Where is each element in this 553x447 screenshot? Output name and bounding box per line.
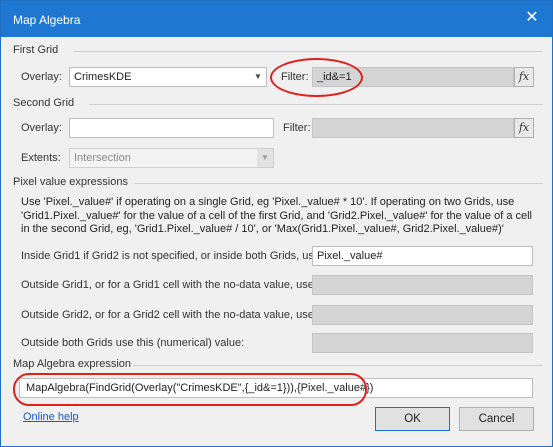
second-overlay-field[interactable] — [69, 118, 274, 138]
first-filter-label: Filter: — [281, 71, 309, 83]
outside-grid2-expression-field[interactable] — [312, 305, 533, 325]
pixel-expressions-section: Pixel value expressions — [13, 176, 543, 190]
second-grid-section: Second Grid — [13, 97, 543, 111]
first-overlay-select[interactable]: CrimesKDE ▼ — [69, 67, 267, 87]
expression-row-label: Inside Grid1 if Grid2 is not specified, … — [21, 250, 324, 262]
first-overlay-label: Overlay: — [21, 71, 62, 83]
map-algebra-section: Map Algebra expression — [13, 358, 543, 372]
extents-label: Extents: — [21, 152, 61, 164]
first-filter-function-icon[interactable]: fx — [514, 67, 534, 87]
title-bar: Map Algebra ✕ — [1, 1, 552, 37]
online-help-link[interactable]: Online help — [23, 411, 79, 423]
close-icon[interactable]: ✕ — [512, 1, 552, 37]
map-algebra-dialog: Map Algebra ✕ First Grid Overlay: Crimes… — [0, 0, 553, 447]
window-title: Map Algebra — [13, 13, 81, 27]
second-grid-heading: Second Grid — [13, 97, 75, 109]
chevron-down-icon[interactable]: ▼ — [257, 149, 273, 167]
pixel-expressions-help: Use 'Pixel._value#' if operating on a si… — [21, 196, 533, 235]
section-divider — [73, 51, 543, 52]
section-divider — [135, 183, 543, 184]
first-grid-heading: First Grid — [13, 44, 59, 56]
first-filter-value: _id&=1 — [317, 71, 352, 83]
map-algebra-expression-field[interactable]: MapAlgebra(FindGrid(Overlay("CrimesKDE",… — [19, 378, 533, 398]
outside-grid1-expression-field[interactable] — [312, 275, 533, 295]
second-filter-label: Filter: — [283, 122, 311, 134]
expression-row-label: Outside Grid1, or for a Grid1 cell with … — [21, 279, 317, 291]
cancel-button[interactable]: Cancel — [459, 407, 534, 431]
first-overlay-value: CrimesKDE — [74, 71, 132, 83]
section-divider — [133, 365, 543, 366]
map-algebra-heading: Map Algebra expression — [13, 358, 132, 370]
section-divider — [89, 104, 543, 105]
outside-both-value-field[interactable] — [312, 333, 533, 353]
inside-grid-expression-field[interactable]: Pixel._value# — [312, 246, 533, 266]
ok-button[interactable]: OK — [375, 407, 450, 431]
first-grid-section: First Grid — [13, 44, 543, 58]
expression-row-label: Outside both Grids use this (numerical) … — [21, 337, 245, 349]
first-filter-field[interactable]: _id&=1 — [312, 67, 514, 87]
chevron-down-icon[interactable]: ▼ — [250, 68, 266, 86]
second-filter-field[interactable] — [312, 118, 514, 138]
expression-row-label: Outside Grid2, or for a Grid2 cell with … — [21, 309, 317, 321]
second-overlay-label: Overlay: — [21, 122, 62, 134]
extents-select[interactable]: Intersection ▼ — [69, 148, 274, 168]
pixel-expressions-heading: Pixel value expressions — [13, 176, 128, 188]
second-filter-function-icon[interactable]: fx — [514, 118, 534, 138]
extents-value: Intersection — [74, 152, 131, 164]
inside-grid-expression-value: Pixel._value# — [317, 250, 383, 262]
map-algebra-expression-value: MapAlgebra(FindGrid(Overlay("CrimesKDE",… — [26, 382, 374, 394]
